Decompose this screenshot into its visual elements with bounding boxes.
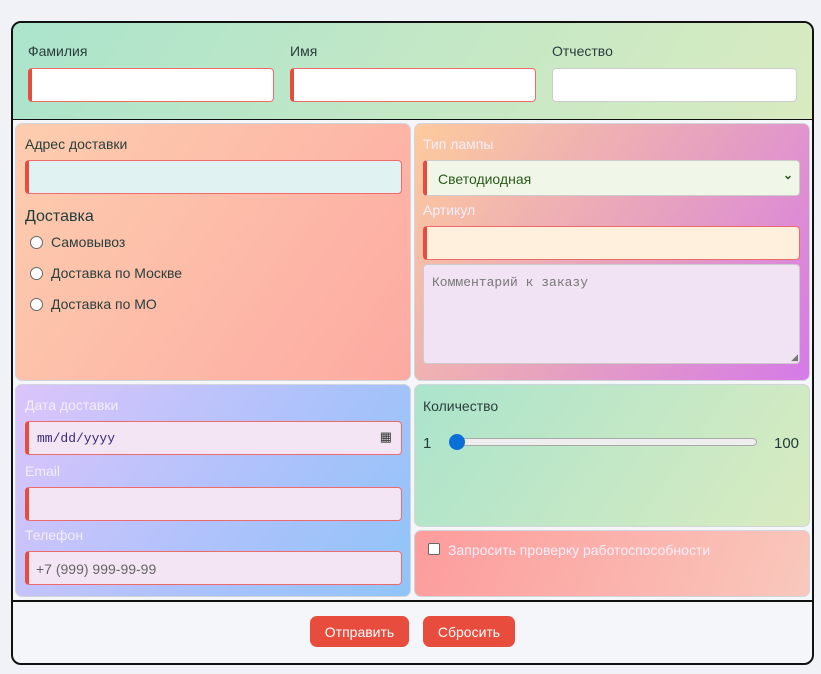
resize-handle-icon[interactable]: ◢ bbox=[791, 352, 798, 363]
email-label: Email bbox=[25, 463, 61, 479]
first-name-label: Имя bbox=[290, 43, 318, 59]
comment-textarea[interactable]: Комментарий к заказу ◢ bbox=[423, 264, 800, 364]
lamp-type-label: Тип лампы bbox=[423, 136, 494, 152]
radio-icon[interactable] bbox=[30, 298, 43, 311]
check-checkbox[interactable] bbox=[428, 543, 440, 555]
article-input[interactable] bbox=[423, 226, 800, 260]
patronymic-input[interactable] bbox=[552, 68, 797, 102]
calendar-icon[interactable]: ▦ bbox=[380, 429, 392, 445]
lamp-type-select[interactable]: Светодиодная ⌄ bbox=[423, 160, 800, 196]
radio-icon[interactable] bbox=[30, 236, 43, 249]
slider-thumb[interactable] bbox=[449, 434, 465, 450]
patronymic-label: Отчество bbox=[552, 43, 613, 59]
address-input[interactable] bbox=[25, 160, 402, 194]
chevron-down-icon: ⌄ bbox=[782, 168, 793, 182]
reset-button[interactable]: Сбросить bbox=[423, 616, 515, 647]
radio-icon[interactable] bbox=[30, 267, 43, 280]
phone-label: Телефон bbox=[25, 527, 84, 543]
address-label: Адрес доставки bbox=[25, 136, 128, 152]
quantity-label: Количество bbox=[423, 398, 499, 414]
delivery-card: Адрес доставки Доставка Самовывоз Достав… bbox=[15, 123, 411, 381]
quantity-min: 1 bbox=[423, 435, 432, 452]
lamp-card: Тип лампы Светодиодная ⌄ Артикул Коммент… bbox=[414, 123, 810, 381]
quantity-slider[interactable] bbox=[451, 438, 757, 446]
article-label: Артикул bbox=[423, 202, 476, 218]
check-card: Запросить проверку работоспособности bbox=[414, 530, 810, 597]
phone-input[interactable]: +7 (999) 999-99-99 bbox=[25, 551, 402, 585]
contact-card: Дата доставки mm/dd/yyyy ▦ Email Телефон… bbox=[15, 384, 411, 597]
name-section: Фамилия Имя Отчество bbox=[13, 23, 812, 120]
quantity-max: 100 bbox=[774, 435, 800, 452]
check-label: Запросить проверку работоспособности bbox=[448, 542, 711, 558]
last-name-input[interactable] bbox=[28, 68, 274, 102]
last-name-label: Фамилия bbox=[28, 43, 88, 59]
email-input[interactable] bbox=[25, 487, 402, 521]
order-form: Фамилия Имя Отчество Адрес доставки Дост… bbox=[11, 21, 814, 665]
submit-button[interactable]: Отправить bbox=[310, 616, 409, 647]
first-name-input[interactable] bbox=[290, 68, 536, 102]
footer-divider bbox=[13, 600, 812, 602]
quantity-card: Количество 1 100 bbox=[414, 384, 810, 527]
date-label: Дата доставки bbox=[25, 397, 119, 413]
delivery-method-title: Доставка bbox=[25, 208, 94, 225]
date-input[interactable]: mm/dd/yyyy ▦ bbox=[25, 421, 402, 455]
